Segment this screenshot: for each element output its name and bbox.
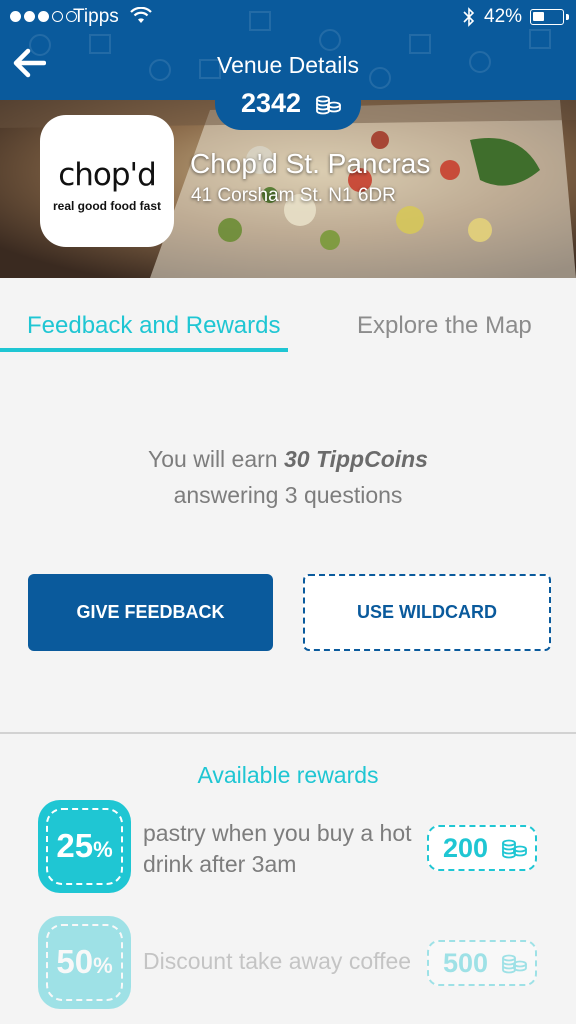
coins-icon	[502, 839, 527, 859]
reward-percent-sign: %	[93, 953, 113, 978]
reward-percent-badge: 50%	[38, 916, 131, 1009]
reward-percent: 25	[56, 827, 94, 864]
tab-feedback-and-rewards[interactable]: Feedback and Rewards	[27, 312, 280, 340]
active-tab-indicator	[0, 348, 288, 352]
tab-explore-the-map[interactable]: Explore the Map	[357, 312, 532, 340]
venue-name: Chop'd St. Pancras	[190, 148, 431, 179]
bluetooth-icon	[463, 7, 475, 27]
coins-icon	[502, 954, 527, 974]
carrier-name: Tipps	[73, 6, 119, 27]
signal-strength-icon	[10, 11, 77, 22]
battery-tip	[566, 14, 569, 20]
reward-description: Discount take away coffee	[143, 948, 412, 974]
coins-icon	[316, 95, 341, 115]
reward-percent: 50	[56, 943, 94, 980]
earn-info: You will earn 30 TippCoins	[0, 446, 576, 473]
reward-percent-sign: %	[93, 837, 113, 862]
reward-cost-button[interactable]: 200	[427, 825, 537, 871]
status-bar: Tipps 42%	[0, 0, 576, 34]
earn-prefix: You will earn	[148, 446, 278, 472]
rewards-title: Available rewards	[197, 762, 379, 788]
reward-percent-badge: 25%	[38, 800, 131, 893]
section-divider	[0, 732, 576, 734]
earn-amount: 30 TippCoins	[283, 446, 428, 472]
tab-bar: Feedback and Rewards Explore the Map	[0, 278, 576, 352]
venue-logo-tagline: real good food fast	[53, 199, 161, 213]
wifi-icon	[130, 7, 152, 23]
venue-logo: chop'd real good food fast	[40, 115, 174, 247]
reward-cost: 200	[443, 833, 489, 863]
coin-balance-badge: 2342	[215, 84, 361, 130]
battery-icon	[530, 9, 564, 25]
earn-questions: answering 3 questions	[173, 482, 403, 508]
use-wildcard-button[interactable]: USE WILDCARD	[303, 574, 551, 651]
give-feedback-button[interactable]: GIVE FEEDBACK	[28, 574, 273, 651]
reward-cost: 500	[443, 948, 489, 978]
page-title: Venue Details	[217, 52, 359, 78]
reward-cost-button[interactable]: 500	[427, 940, 537, 986]
battery-percent: 42%	[484, 6, 523, 27]
reward-description: pastry when you buy a hot drink after 3a…	[143, 820, 412, 877]
venue-address: 41 Corsham St. N1 6DR	[191, 185, 396, 206]
coin-balance: 2342	[241, 88, 302, 118]
venue-logo-wordmark: chop'd	[58, 157, 157, 193]
